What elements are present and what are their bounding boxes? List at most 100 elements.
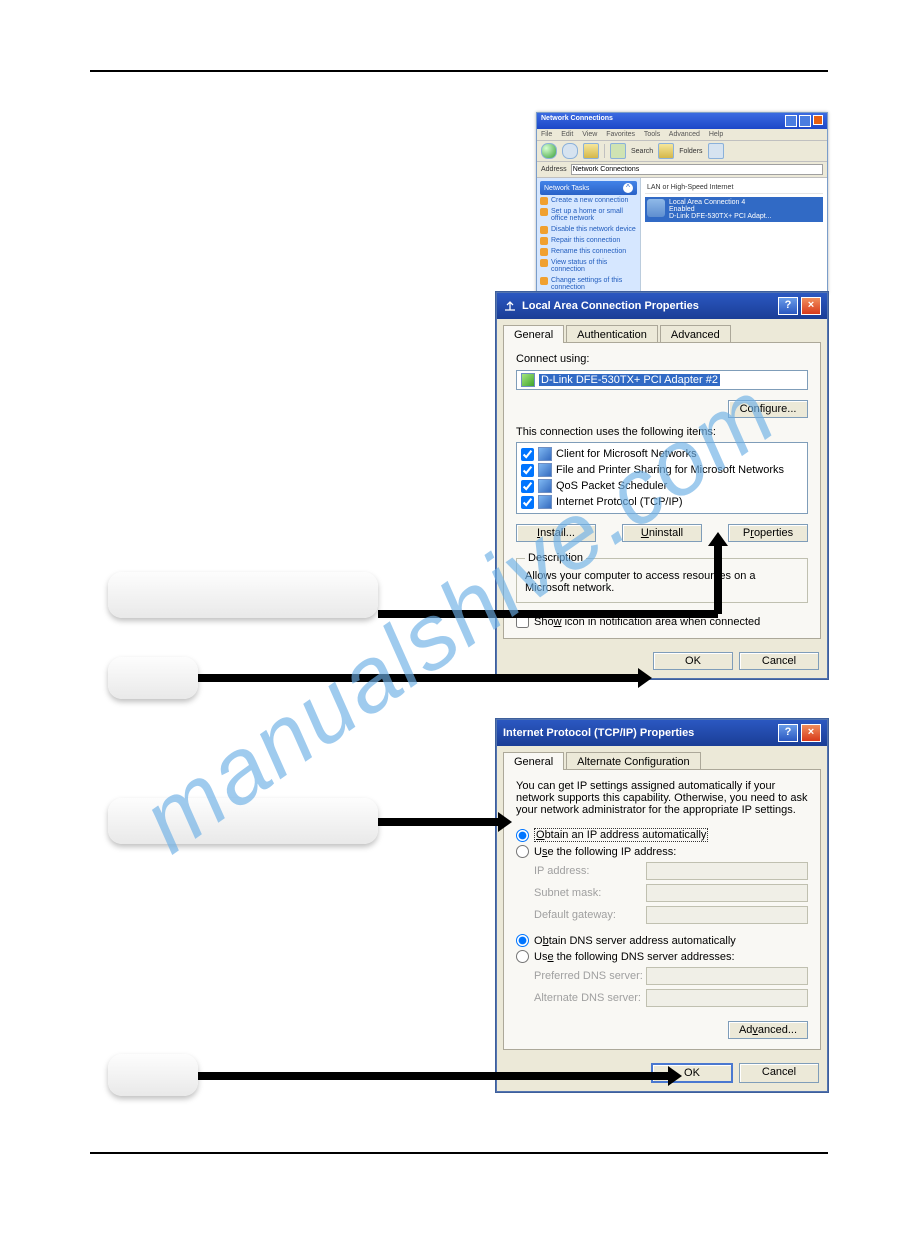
help-icon[interactable]: ?: [778, 724, 798, 742]
connect-using-label: Connect using:: [516, 353, 808, 365]
address-input[interactable]: [571, 164, 823, 175]
sidebar-item-create[interactable]: Create a new connection: [540, 195, 637, 206]
minimize-icon[interactable]: [785, 115, 797, 127]
alternate-dns-row: Alternate DNS server:: [534, 989, 808, 1007]
adapter-name: D-Link DFE-530TX+ PCI Adapter #2: [539, 374, 720, 386]
adapter-field[interactable]: D-Link DFE-530TX+ PCI Adapter #2: [516, 370, 808, 390]
item-check[interactable]: [521, 480, 534, 493]
win1-sidebar: Network Tasks ^ Create a new connection …: [537, 178, 641, 293]
maximize-icon[interactable]: [799, 115, 811, 127]
connection-group-label: LAN or High-Speed Internet: [645, 182, 823, 194]
connection-icon: [647, 199, 665, 217]
ip-address-row: IP address:: [534, 862, 808, 880]
tab-alt-config[interactable]: Alternate Configuration: [566, 752, 701, 770]
tab-general[interactable]: General: [503, 325, 564, 343]
item-check[interactable]: [521, 448, 534, 461]
win1-address-bar: Address: [537, 162, 827, 178]
ok-button[interactable]: OK: [653, 652, 733, 670]
callout-arrowhead-2: [638, 668, 652, 688]
callout-arrow-4: [198, 1072, 668, 1080]
dlg3-tabs: General Alternate Configuration: [497, 746, 827, 770]
radio-obtain-dns[interactable]: [516, 934, 529, 947]
list-item[interactable]: Internet Protocol (TCP/IP): [521, 494, 803, 510]
toolbar-folders-label[interactable]: Folders: [679, 148, 702, 155]
top-rule: [90, 70, 828, 72]
sidebar-item-repair[interactable]: Repair this connection: [540, 235, 637, 246]
list-item[interactable]: File and Printer Sharing for Microsoft N…: [521, 462, 803, 478]
gateway-field: [646, 906, 808, 924]
install-button[interactable]: IInstall...nstall...: [516, 524, 596, 542]
search-icon[interactable]: [610, 143, 626, 159]
radio-obtain-ip[interactable]: [516, 829, 529, 842]
menu-edit[interactable]: Edit: [561, 131, 573, 138]
callout-bubble-3: [108, 798, 378, 844]
close-icon[interactable]: ×: [801, 297, 821, 315]
connection-item-selected[interactable]: Local Area Connection 4 Enabled D-Link D…: [645, 197, 823, 222]
tcpip-icon: [538, 495, 552, 509]
subnet-row: Subnet mask:: [534, 884, 808, 902]
callout-arrowhead-3: [498, 812, 512, 832]
menu-advanced[interactable]: Advanced: [669, 131, 700, 138]
use-dns-row[interactable]: Use the following DNS server addresses: …: [516, 950, 808, 963]
menu-favorites[interactable]: Favorites: [606, 131, 635, 138]
tab-authentication[interactable]: Authentication: [566, 325, 658, 343]
help-icon[interactable]: ?: [778, 297, 798, 315]
cancel-button[interactable]: Cancel: [739, 652, 819, 670]
sidebar-item-setup[interactable]: Set up a home or small office network: [540, 206, 637, 224]
description-legend: Description: [525, 552, 586, 564]
network-icon: [503, 299, 517, 313]
sidebar-item-status[interactable]: View status of this connection: [540, 257, 637, 275]
uninstall-button[interactable]: Uninstall: [622, 524, 702, 542]
item-check[interactable]: [521, 496, 534, 509]
properties-button[interactable]: Properties: [728, 524, 808, 542]
description-text: Allows your computer to access resources…: [525, 570, 799, 594]
connection-device: D-Link DFE-530TX+ PCI Adapt...: [669, 213, 772, 220]
menu-tools[interactable]: Tools: [644, 131, 660, 138]
sidebar-item-disable[interactable]: Disable this network device: [540, 224, 637, 235]
advanced-button[interactable]: Advanced...: [728, 1021, 808, 1039]
pdns-field: [646, 967, 808, 985]
item-check[interactable]: [521, 464, 534, 477]
radio-use-ip[interactable]: [516, 845, 529, 858]
fileshare-icon: [538, 463, 552, 477]
menu-help[interactable]: Help: [709, 131, 723, 138]
close-icon[interactable]: [813, 115, 823, 125]
toolbar-search-label[interactable]: Search: [631, 148, 653, 155]
list-item[interactable]: Client for Microsoft Networks: [521, 446, 803, 462]
dlg2-title: Local Area Connection Properties: [522, 300, 699, 312]
win1-toolbar: Search Folders: [537, 140, 827, 162]
callout-arrowhead-1: [708, 532, 728, 546]
close-icon[interactable]: ×: [801, 724, 821, 742]
tab-advanced[interactable]: Advanced: [660, 325, 731, 343]
menu-view[interactable]: View: [582, 131, 597, 138]
connection-status: Enabled: [669, 206, 772, 213]
dlg2-titlebar: Local Area Connection Properties ? ×: [497, 293, 827, 319]
back-icon[interactable]: [541, 143, 557, 159]
win1-title: Network Connections: [541, 115, 613, 127]
up-icon[interactable]: [583, 143, 599, 159]
sidebar-head-network-tasks[interactable]: Network Tasks ^: [540, 181, 637, 195]
mask-field: [646, 884, 808, 902]
items-listbox[interactable]: Client for Microsoft Networks File and P…: [516, 442, 808, 514]
sidebar-item-change[interactable]: Change settings of this connection: [540, 275, 637, 293]
folders-icon[interactable]: [658, 143, 674, 159]
menu-file[interactable]: File: [541, 131, 552, 138]
configure-button[interactable]: Configure...: [728, 400, 808, 418]
cancel-button[interactable]: Cancel: [739, 1063, 819, 1083]
qos-icon: [538, 479, 552, 493]
intro-text: You can get IP settings assigned automat…: [516, 780, 808, 816]
tab-general[interactable]: General: [503, 752, 564, 770]
tcpip-properties-dialog: Internet Protocol (TCP/IP) Properties ? …: [496, 719, 828, 1092]
views-icon[interactable]: [708, 143, 724, 159]
adapter-icon: [521, 373, 535, 387]
list-item[interactable]: QoS Packet Scheduler: [521, 478, 803, 494]
sidebar-item-rename[interactable]: Rename this connection: [540, 246, 637, 257]
lac-properties-dialog: Local Area Connection Properties ? × Gen…: [496, 292, 828, 679]
radio-use-dns[interactable]: [516, 950, 529, 963]
dlg3-titlebar: Internet Protocol (TCP/IP) Properties ? …: [497, 720, 827, 746]
obtain-dns-auto-row[interactable]: Obtain DNS server address automatically …: [516, 934, 808, 947]
forward-icon[interactable]: [562, 143, 578, 159]
obtain-ip-auto-row[interactable]: Obtain an IP address automatically Obtai…: [516, 828, 808, 842]
use-ip-row[interactable]: Use the following IP address: Use the fo…: [516, 845, 808, 858]
chevron-icon[interactable]: ^: [623, 183, 633, 193]
